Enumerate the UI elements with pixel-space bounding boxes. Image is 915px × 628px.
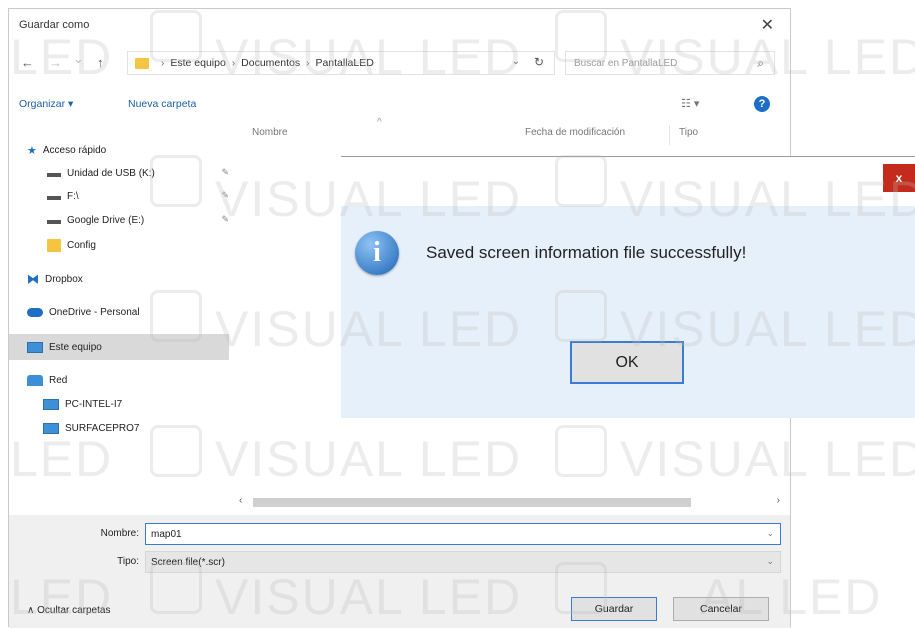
help-icon[interactable]: ? [754, 96, 770, 112]
filename-label: Nombre: [100, 528, 139, 539]
filetype-value: Screen file(*.scr) [151, 556, 225, 568]
scroll-right-icon[interactable]: › [777, 495, 780, 506]
filename-field: ⌄ [145, 523, 781, 545]
sidebar-item-dropbox[interactable]: ⧓ Dropbox [9, 266, 229, 292]
navigation-bar: ← → ⌄ ↑ › Este equipo › Documentos › Pan… [9, 49, 790, 77]
navigation-pane: ★ Acceso rápido Unidad de USB (K:) ✎ F:\… [9, 127, 229, 509]
scrollbar-thumb[interactable] [253, 498, 691, 507]
column-header-type[interactable]: Tipo [679, 127, 698, 138]
address-dropdown-icon[interactable]: ⌄ [512, 56, 520, 67]
breadcrumb-pantallaled[interactable]: PantallaLED [315, 57, 373, 69]
search-icon[interactable]: ⌕ [757, 56, 764, 71]
message-box-titlebar: x [341, 156, 915, 206]
back-arrow-icon[interactable]: ← [21, 55, 34, 70]
horizontal-scrollbar[interactable]: ‹ › [237, 494, 782, 510]
sidebar-item-pc-intel-i7[interactable]: PC-INTEL-I7 [9, 391, 229, 417]
network-icon [27, 374, 43, 386]
folder-icon [135, 57, 149, 69]
new-folder-button[interactable]: Nueva carpeta [128, 98, 196, 110]
pin-icon[interactable]: ✎ [221, 167, 229, 178]
pin-icon[interactable]: ✎ [221, 214, 229, 225]
filetype-label: Tipo: [117, 556, 139, 567]
sidebar-item-config[interactable]: Config [9, 232, 229, 258]
sidebar-item-label: F:\ [67, 190, 79, 202]
view-options-icon[interactable]: ☷ ▾ [681, 97, 699, 110]
filename-input[interactable] [151, 528, 751, 540]
drive-icon [47, 220, 61, 224]
sidebar-item-red[interactable]: Red [9, 367, 229, 393]
column-header-name[interactable]: Nombre [252, 127, 288, 138]
breadcrumb-separator: › [161, 57, 165, 69]
organize-menu-button[interactable]: Organizar ▾ [19, 98, 73, 110]
sidebar-item-onedrive[interactable]: OneDrive - Personal [9, 299, 229, 325]
scroll-left-icon[interactable]: ‹ [239, 495, 242, 506]
up-arrow-icon[interactable]: ↑ [97, 55, 104, 70]
search-input[interactable] [574, 57, 749, 69]
cancel-button[interactable]: Cancelar [673, 597, 769, 621]
dialog-close-icon[interactable]: ✕ [761, 15, 774, 35]
pin-icon[interactable]: ✎ [221, 190, 229, 201]
star-icon: ★ [27, 144, 37, 157]
filename-dropdown-icon[interactable]: ⌄ [766, 528, 774, 539]
save-button[interactable]: Guardar [571, 597, 657, 621]
sidebar-item-label: SURFACEPRO7 [65, 422, 140, 434]
sidebar-item-label: PC-INTEL-I7 [65, 398, 123, 410]
folder-icon [47, 238, 61, 252]
dropbox-icon: ⧓ [27, 272, 39, 286]
information-icon: i [355, 231, 399, 275]
breadcrumb-separator: › [231, 57, 236, 69]
drive-icon [47, 173, 61, 177]
message-box-close-button[interactable]: x [883, 164, 915, 192]
sidebar-item-este-equipo[interactable]: Este equipo [9, 334, 229, 360]
sidebar-item-label: Red [49, 374, 68, 386]
sidebar-item-label: Unidad de USB (K:) [67, 167, 155, 179]
filetype-select[interactable]: Screen file(*.scr) ⌄ [145, 551, 781, 573]
message-text: Saved screen information file successful… [426, 243, 747, 262]
sidebar-item-label: Acceso rápido [42, 144, 107, 156]
sidebar-item-surfacepro7[interactable]: SURFACEPRO7 [9, 415, 229, 441]
search-box: ⌕ [565, 51, 775, 75]
breadcrumb-documentos[interactable]: Documentos [241, 57, 300, 69]
sidebar-item-label: Google Drive (E:) [67, 214, 145, 226]
column-divider[interactable] [669, 125, 670, 145]
pc-icon [43, 398, 59, 410]
dialog-titlebar: Guardar como ✕ [9, 9, 790, 43]
cloud-icon [27, 307, 43, 317]
recent-locations-chevron-icon[interactable]: ⌄ [73, 51, 84, 67]
breadcrumb-este-equipo[interactable]: Este equipo [170, 57, 225, 69]
ok-button[interactable]: OK [570, 341, 684, 384]
sort-indicator-icon: ^ [377, 117, 382, 128]
command-toolbar: Organizar ▾ Nueva carpeta ☷ ▾ ? [9, 93, 790, 117]
pc-icon [27, 341, 43, 353]
sidebar-item-f-drive[interactable]: F:\ ✎ [9, 183, 229, 209]
sidebar-item-label: Este equipo [49, 341, 102, 353]
save-options-panel: Nombre: ⌄ Tipo: Screen file(*.scr) ⌄ ∧ O… [9, 515, 790, 628]
column-header-modified[interactable]: Fecha de modificación [525, 127, 625, 138]
breadcrumb-separator: › [306, 57, 310, 69]
drive-icon [47, 196, 61, 200]
pc-icon [43, 422, 59, 434]
sidebar-item-label: Config [67, 239, 96, 251]
refresh-icon[interactable]: ↻ [534, 55, 544, 69]
success-message-box: x i Saved screen information file succes… [341, 156, 915, 418]
forward-arrow-icon[interactable]: → [49, 55, 62, 70]
dialog-title: Guardar como [19, 19, 90, 31]
sidebar-item-label: OneDrive - Personal [49, 306, 140, 318]
hide-folders-toggle[interactable]: ∧ Ocultar carpetas [27, 605, 110, 616]
address-bar[interactable]: › Este equipo › Documentos › PantallaLED… [127, 51, 555, 75]
sidebar-item-label: Dropbox [45, 273, 83, 285]
sidebar-item-google-drive[interactable]: Google Drive (E:) ✎ [9, 207, 229, 233]
filetype-dropdown-icon[interactable]: ⌄ [766, 556, 774, 567]
message-box-body: i Saved screen information file successf… [341, 206, 915, 418]
